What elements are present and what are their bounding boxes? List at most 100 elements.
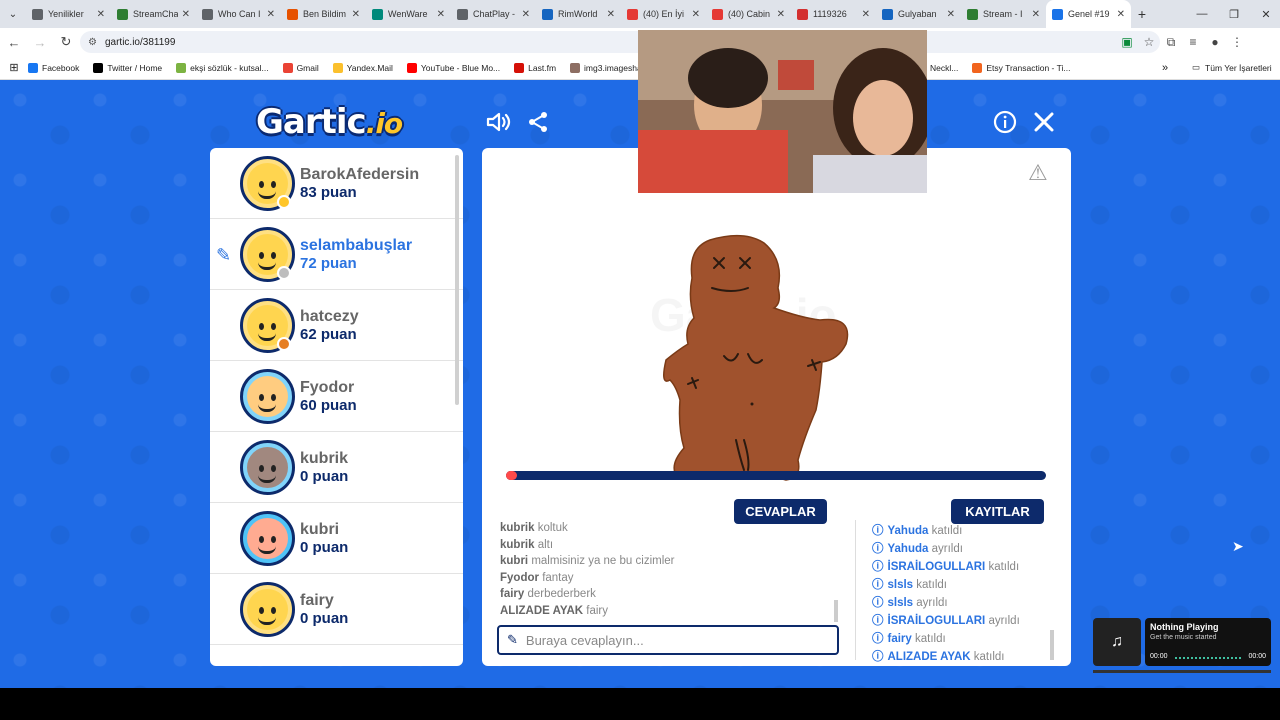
answer-text: derbederberk: [527, 588, 596, 600]
info-icon[interactable]: [991, 108, 1019, 136]
info-icon: ⓘ: [872, 651, 884, 663]
bookmark-item[interactable]: Neckl...: [930, 63, 958, 73]
tab-title: StreamCha: [133, 9, 178, 19]
bookmark-item[interactable]: Facebook: [28, 62, 79, 73]
browser-tab[interactable]: Stream - I ✕: [961, 0, 1046, 28]
player-row[interactable]: kubrik 0 puan: [210, 432, 463, 503]
menu-icon[interactable]: ⋮: [1226, 35, 1248, 49]
browser-tab[interactable]: 1119326 ✕: [791, 0, 876, 28]
tab-search-icon[interactable]: ⌄: [0, 0, 26, 28]
browser-tab[interactable]: (40) Cabin ✕: [706, 0, 791, 28]
log-action: katıldı: [915, 633, 946, 645]
tab-favicon-icon: [1052, 8, 1063, 20]
logs-list: ⓘ Yahuda katıldı ⓘ Yahuda ayrıldı ⓘ İSRAİLOGU…: [872, 522, 1057, 666]
sound-icon[interactable]: [484, 108, 512, 136]
bookmark-label: Neckl...: [930, 63, 959, 73]
cast-icon[interactable]: ▣: [1116, 35, 1138, 49]
browser-tab[interactable]: Who Can I ✕: [196, 0, 281, 28]
profile-avatar[interactable]: ●: [1204, 35, 1226, 49]
all-bookmarks-button[interactable]: ▭ Tüm Yer İşaretleri: [1192, 62, 1272, 73]
bookmark-favicon-icon: [570, 62, 581, 73]
tab-close-icon[interactable]: ✕: [862, 9, 870, 20]
minimize-icon[interactable]: —: [1186, 0, 1218, 28]
answer-input[interactable]: ✎ Buraya cevaplayın...: [497, 625, 839, 655]
extensions-icon[interactable]: ⧉: [1160, 35, 1182, 50]
player-row[interactable]: Fyodor 60 puan: [210, 361, 463, 432]
tab-title: ChatPlay -: [473, 9, 516, 19]
tab-close-icon[interactable]: ✕: [267, 9, 275, 20]
bookmark-item[interactable]: Etsy Transaction - Ti...: [972, 63, 1070, 73]
url-field[interactable]: ⚙ gartic.io/381199: [80, 31, 1160, 53]
tab-title: 1119326: [813, 9, 847, 19]
tab-close-icon[interactable]: ✕: [607, 9, 615, 20]
tab-favicon-icon: [967, 8, 978, 20]
bookmark-item[interactable]: YouTube - Blue Mo...: [406, 62, 500, 73]
tab-favicon-icon: [627, 8, 638, 20]
reload-icon[interactable]: ↻: [54, 30, 78, 54]
tab-title: Stream - I: [983, 9, 1023, 19]
player-row[interactable]: hatcezy 62 puan: [210, 290, 463, 361]
share-icon[interactable]: [524, 108, 552, 136]
log-action: ayrıldı: [988, 615, 1020, 627]
browser-tab[interactable]: Genel #19 ✕: [1046, 0, 1131, 28]
tab-close-icon[interactable]: ✕: [692, 9, 700, 20]
browser-tab[interactable]: RimWorld ✕: [536, 0, 621, 28]
log-line: ⓘ slsls ayrıldı: [872, 594, 1057, 612]
tab-close-icon[interactable]: ✕: [352, 9, 360, 20]
logs-scrollbar[interactable]: [1050, 630, 1054, 660]
player-row[interactable]: BarokAfedersin 83 puan: [210, 148, 463, 219]
player-row[interactable]: fairy 0 puan: [210, 574, 463, 645]
bookmark-label: Yandex.Mail: [346, 62, 393, 73]
tab-close-icon[interactable]: ✕: [947, 9, 955, 20]
tab-answers[interactable]: CEVAPLAR: [734, 499, 827, 524]
player-row[interactable]: ✎ selambabuşlar 72 puan: [210, 219, 463, 290]
browser-tab[interactable]: ChatPlay - ✕: [451, 0, 536, 28]
bookmark-item[interactable]: Gmail: [282, 62, 319, 73]
log-action: katıldı: [988, 561, 1020, 573]
player-score: 0 puan: [300, 539, 349, 556]
answer-text: malmisiniz ya ne bu cizimler: [531, 555, 675, 567]
tab-close-icon[interactable]: ✕: [437, 9, 445, 20]
back-icon[interactable]: ←: [2, 30, 26, 54]
browser-tab[interactable]: StreamCha ✕: [111, 0, 196, 28]
player-row[interactable]: kubri 0 puan: [210, 503, 463, 574]
bookmark-item[interactable]: Twitter / Home: [93, 62, 162, 73]
answer-user: Fyodor: [500, 571, 539, 584]
close-game-icon[interactable]: [1030, 108, 1058, 136]
media-icon[interactable]: ≡: [1182, 35, 1204, 49]
new-tab-button[interactable]: +: [1131, 6, 1153, 22]
bookmark-favicon-icon: [28, 62, 38, 73]
answers-scrollbar[interactable]: [834, 600, 838, 622]
bookmark-item[interactable]: Yandex.Mail: [332, 62, 393, 73]
tab-close-icon[interactable]: ✕: [777, 9, 785, 20]
close-window-icon[interactable]: ✕: [1250, 0, 1280, 28]
tab-close-icon[interactable]: ✕: [1117, 9, 1125, 20]
site-info-icon[interactable]: ⚙: [88, 37, 97, 48]
player-list: BarokAfedersin 83 puan ✎ selambabuşlar 72 p…: [210, 148, 463, 666]
player-name: hatcezy: [300, 308, 359, 325]
player-list-scrollbar[interactable]: [455, 155, 459, 405]
tab-close-icon[interactable]: ✕: [1032, 9, 1040, 20]
tab-close-icon[interactable]: ✕: [522, 9, 530, 20]
tab-logs[interactable]: KAYITLAR: [951, 499, 1044, 524]
webcam-overlay: [638, 30, 927, 193]
bookmark-favicon-icon: [93, 62, 104, 73]
forward-icon[interactable]: →: [28, 30, 52, 54]
answer-user: fairy: [500, 588, 525, 600]
music-note-icon[interactable]: ♫: [1093, 618, 1141, 666]
tab-close-icon[interactable]: ✕: [182, 9, 190, 20]
browser-tab[interactable]: Ben Bildim ✕: [281, 0, 366, 28]
apps-icon[interactable]: ⊞: [0, 61, 28, 74]
player-name: Fyodor: [300, 379, 355, 396]
more-bookmarks-icon[interactable]: »: [1162, 62, 1168, 74]
browser-tab[interactable]: WenWare ✕: [366, 0, 451, 28]
browser-tab[interactable]: Yenilikler ✕: [26, 0, 111, 28]
bookmark-item[interactable]: ekşi sözlük - kutsal...: [176, 62, 269, 73]
restore-icon[interactable]: ❐: [1218, 0, 1250, 28]
bookmark-item[interactable]: Last.fm: [514, 62, 556, 73]
browser-tab[interactable]: (40) En İyi ✕: [621, 0, 706, 28]
tab-title: Gulyaban: [898, 9, 937, 19]
tab-close-icon[interactable]: ✕: [97, 9, 105, 20]
bookmark-star-icon[interactable]: ☆: [1138, 35, 1160, 49]
browser-tab[interactable]: Gulyaban ✕: [876, 0, 961, 28]
